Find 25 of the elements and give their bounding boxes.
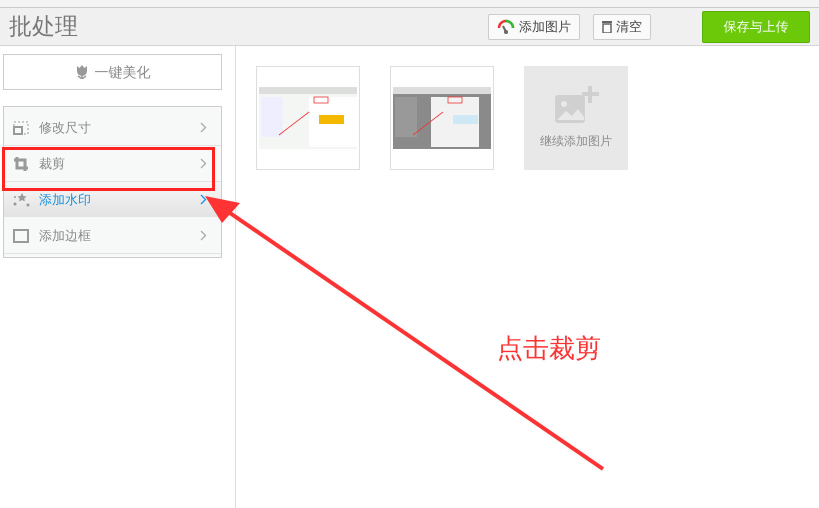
- image-add-icon: [553, 86, 599, 124]
- beautify-button[interactable]: 一键美化: [3, 54, 222, 90]
- save-upload-button[interactable]: 保存与上传: [702, 10, 810, 42]
- tool-label: 裁剪: [39, 154, 65, 173]
- chevron-icon: [200, 158, 207, 169]
- chevron-icon: [200, 230, 207, 241]
- page-title: 批处理: [9, 12, 78, 42]
- annotation-caption: 点击裁剪: [497, 333, 601, 366]
- trash-icon: [602, 20, 612, 33]
- tool-label: 修改尺寸: [39, 118, 91, 137]
- tool-item[interactable]: 修改尺寸: [4, 110, 221, 146]
- gauge-icon: [497, 18, 515, 34]
- tulip-icon: [74, 65, 88, 79]
- clear-button[interactable]: 清空: [593, 14, 651, 40]
- add-image-button[interactable]: 添加图片: [488, 14, 580, 40]
- tool-item[interactable]: 添加边框: [4, 218, 221, 254]
- crop-icon: [13, 156, 29, 172]
- resize-icon: [13, 120, 29, 134]
- square-icon: [13, 228, 29, 242]
- stars-icon: [13, 192, 31, 208]
- tool-label: 添加水印: [39, 190, 91, 209]
- add-more-tile[interactable]: 继续添加图片: [524, 66, 628, 170]
- tool-label: 添加边框: [39, 226, 91, 245]
- chevron-icon: [200, 122, 207, 133]
- chevron-icon: [200, 194, 207, 205]
